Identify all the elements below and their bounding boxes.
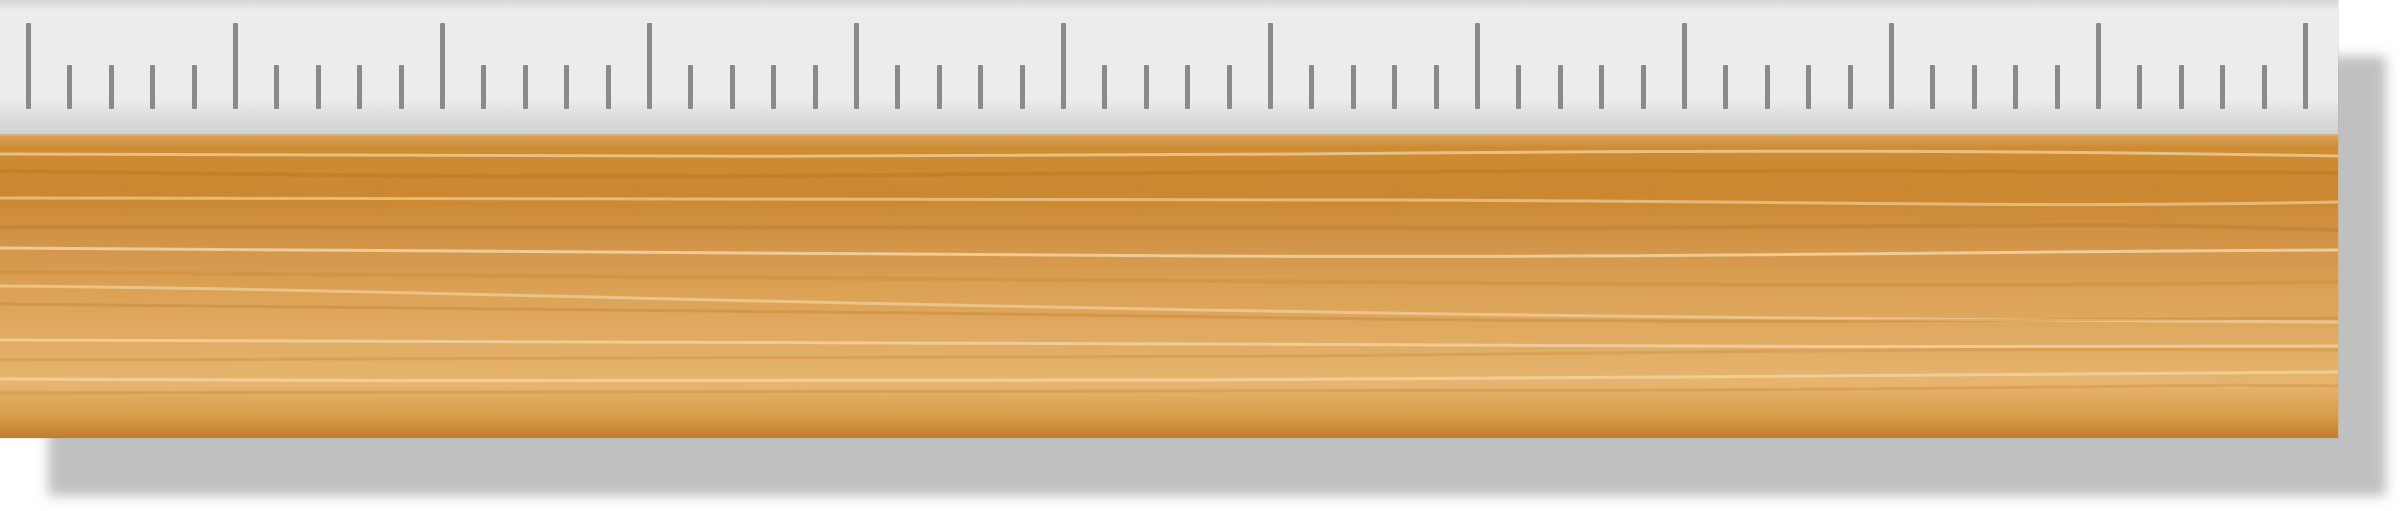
ruler-minor-tick (315, 65, 321, 109)
ruler-minor-tick (1640, 65, 1646, 109)
ruler-minor-tick (2261, 65, 2267, 109)
ruler-minor-tick (1309, 65, 1315, 109)
ruler-minor-tick (357, 65, 363, 109)
wood-grain-line (0, 196, 2338, 207)
ruler-minor-tick (67, 65, 73, 109)
wood-grain-line (0, 223, 2338, 233)
wood-grain-line (0, 347, 2338, 363)
ruler-major-tick (26, 23, 31, 109)
ruler-major-tick (1889, 23, 1894, 109)
ruler-minor-tick (1102, 65, 1108, 109)
ruler-minor-tick (1599, 65, 1605, 109)
ruler-minor-tick (1764, 65, 1770, 109)
ruler-minor-tick (2013, 65, 2019, 109)
ruler-minor-tick (1806, 65, 1812, 109)
ruler-major-tick (1475, 23, 1480, 109)
ruler-minor-tick (522, 65, 528, 109)
ruler-major-tick (1682, 23, 1687, 109)
ruler-minor-tick (108, 65, 114, 109)
wood-grain-line (0, 338, 2338, 349)
ruler-minor-tick (1433, 65, 1439, 109)
ruler-minor-tick (2137, 65, 2143, 109)
ruler-minor-tick (481, 65, 487, 109)
ruler-minor-tick (812, 65, 818, 109)
ruler-minor-tick (605, 65, 611, 109)
ruler-minor-tick (1350, 65, 1356, 109)
wood-grain (0, 149, 2338, 396)
ruler-major-tick (647, 23, 652, 109)
ruler-major-tick (2303, 23, 2308, 109)
ruler-major-tick (1061, 23, 1066, 109)
ruler-minor-tick (978, 65, 984, 109)
wood-grain-line (0, 246, 2338, 258)
ruler-minor-tick (1847, 65, 1853, 109)
ruler-minor-tick (1226, 65, 1232, 109)
ruler-minor-tick (1019, 65, 1025, 109)
ruler-minor-tick (1930, 65, 1936, 109)
ruler-minor-tick (1185, 65, 1191, 109)
ruler-minor-tick (1143, 65, 1149, 109)
ruler-minor-tick (1971, 65, 1977, 109)
wood-grain-line (0, 383, 2338, 396)
ruler-minor-tick (564, 65, 570, 109)
ruler-minor-tick (1557, 65, 1563, 109)
ruler-minor-tick (274, 65, 280, 109)
ruler-minor-tick (2054, 65, 2060, 109)
ruler-minor-tick (150, 65, 156, 109)
ruler-minor-tick (1516, 65, 1522, 109)
wooden-ruler (0, 0, 2338, 438)
ruler-minor-tick (398, 65, 404, 109)
wood-grain-line (0, 270, 2338, 287)
wood-grain-line (0, 370, 2338, 383)
ruler-minor-tick (1392, 65, 1398, 109)
wood-grain-line (0, 169, 2338, 179)
ruler-minor-tick (688, 65, 694, 109)
ruler-major-tick (1268, 23, 1273, 109)
ruler-major-tick (2096, 23, 2101, 109)
ruler-wood-body (0, 136, 2338, 438)
ruler-major-tick (854, 23, 859, 109)
ruler-minor-tick (936, 65, 942, 109)
ruler-minor-tick (1723, 65, 1729, 109)
ruler-minor-tick (191, 65, 197, 109)
ruler-minor-tick (895, 65, 901, 109)
ruler-minor-tick (2220, 65, 2226, 109)
ruler-minor-tick (729, 65, 735, 109)
ruler-minor-tick (771, 65, 777, 109)
ruler-minor-tick (2178, 65, 2184, 109)
ruler-canvas (0, 0, 2400, 511)
ruler-major-tick (440, 23, 445, 109)
ruler-major-tick (233, 23, 238, 109)
wood-grain-line (0, 149, 2338, 158)
ruler-scale (0, 0, 2338, 136)
